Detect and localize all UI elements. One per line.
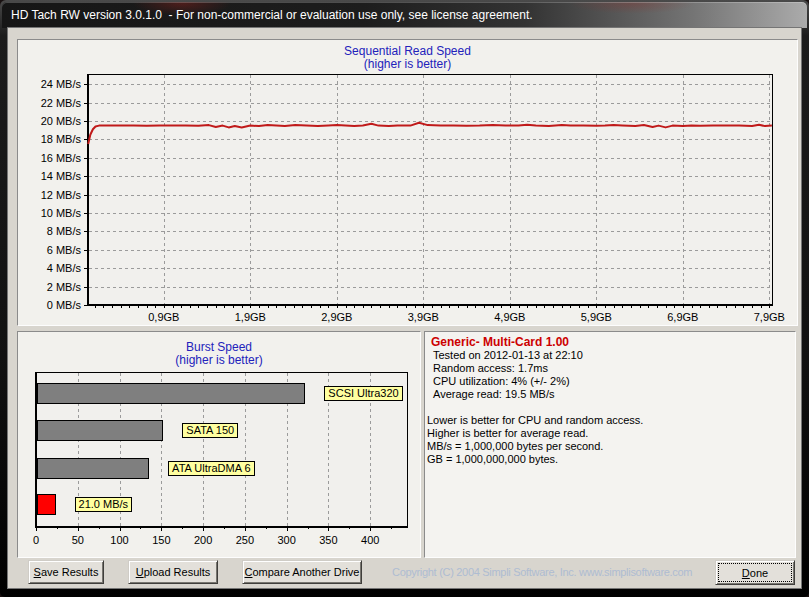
- burst-bar: [38, 421, 163, 441]
- drive-name: Generic- Multi-Card 1.00: [431, 335, 569, 349]
- app-window: HD Tach RW version 3.0.1.0 - For non-com…: [0, 0, 809, 597]
- x-axis-label: 4,9GB: [494, 311, 525, 323]
- drive-info-panel: Generic- Multi-Card 1.00 Tested on 2012-…: [424, 331, 796, 558]
- y-axis-label: 6 MB/s: [47, 244, 82, 256]
- y-axis-label: 24 MB/s: [41, 78, 82, 90]
- burst-speed-chart: 0 50 100 150 200 250 300 350 400: [18, 332, 418, 555]
- y-axis-label: 0 MB/s: [47, 299, 82, 311]
- x-axis-label: 6,9GB: [667, 311, 698, 323]
- sequential-read-chart: 24 MB/s 22 MB/s 20 MB/s 18 MB/s 16 MB/s 14 MB…: [18, 40, 795, 323]
- x-axis-label: 250: [236, 534, 254, 546]
- done-button[interactable]: Done: [715, 560, 795, 585]
- x-axis-label: 7,9GB: [754, 311, 785, 323]
- x-axis-label: 150: [152, 534, 170, 546]
- compare-another-drive-button[interactable]: Compare Another Drive: [242, 560, 362, 584]
- y-axis-label: 16 MB/s: [41, 152, 82, 164]
- copyright-text: Copyright (C) 2004 Simpli Software, Inc.…: [392, 566, 692, 578]
- info-note-gb: GB = 1,000,000,000 bytes.: [427, 453, 643, 466]
- plot-background: [88, 74, 772, 305]
- y-axis-label: 20 MB/s: [41, 115, 82, 127]
- title-bar[interactable]: HD Tach RW version 3.0.1.0 - For non-com…: [2, 2, 807, 28]
- info-note-mbs: MB/s = 1,000,000 bytes per second.: [427, 440, 643, 453]
- window-title: HD Tach RW version 3.0.1.0 - For non-com…: [2, 8, 533, 22]
- upload-results-button[interactable]: Upload Results: [128, 560, 218, 584]
- y-axis-label: 8 MB/s: [47, 225, 82, 237]
- y-axis-label: 2 MB/s: [47, 281, 82, 293]
- y-axis-label: 12 MB/s: [41, 189, 82, 201]
- y-axis-label: 22 MB/s: [41, 97, 82, 109]
- info-tested-on: Tested on 2012-01-13 at 22:10: [433, 349, 583, 362]
- x-axis-label: 100: [110, 534, 128, 546]
- save-results-button[interactable]: Save Results: [28, 560, 104, 584]
- x-axis-label: 0: [33, 534, 39, 546]
- burst-bar-label: SCSI Ultra320: [324, 386, 402, 401]
- burst-bar-label: 21.0 MB/s: [75, 497, 133, 512]
- info-random-access: Random access: 1.7ms: [433, 362, 583, 375]
- x-axis-label: 50: [72, 534, 84, 546]
- y-axis-label: 4 MB/s: [47, 262, 82, 274]
- x-axis-label: 300: [277, 534, 295, 546]
- burst-bar-label: ATA UltraDMA 6: [168, 461, 254, 476]
- burst-speed-panel: Burst Speed (higher is better) 050100150…: [17, 331, 421, 558]
- info-cpu-utilization: CPU utilization: 4% (+/- 2%): [433, 375, 583, 388]
- burst-bar-label: SATA 150: [182, 423, 238, 438]
- x-axis-label: 0,9GB: [148, 311, 179, 323]
- sequential-read-panel: Sequential Read Speed (higher is better)…: [17, 39, 798, 326]
- y-axis-label: 18 MB/s: [41, 133, 82, 145]
- x-axis-label: 3,9GB: [408, 311, 439, 323]
- burst-bar: [38, 384, 305, 404]
- client-area: Sequential Read Speed (higher is better)…: [8, 28, 801, 588]
- x-axis-label: 350: [319, 534, 337, 546]
- x-axis-label: 200: [194, 534, 212, 546]
- info-note-cpu: Lower is better for CPU and random acces…: [427, 414, 643, 427]
- x-axis-label: 400: [361, 534, 379, 546]
- info-note-read: Higher is better for average read.: [427, 427, 643, 440]
- x-axis-label: 2,9GB: [321, 311, 352, 323]
- y-axis-label: 14 MB/s: [41, 170, 82, 182]
- info-average-read: Average read: 19.5 MB/s: [433, 388, 583, 401]
- x-axis-label: 5,9GB: [581, 311, 612, 323]
- burst-bar: [38, 495, 56, 515]
- x-axis-label: 1,9GB: [235, 311, 266, 323]
- y-axis-label: 10 MB/s: [41, 207, 82, 219]
- burst-bar: [38, 459, 149, 479]
